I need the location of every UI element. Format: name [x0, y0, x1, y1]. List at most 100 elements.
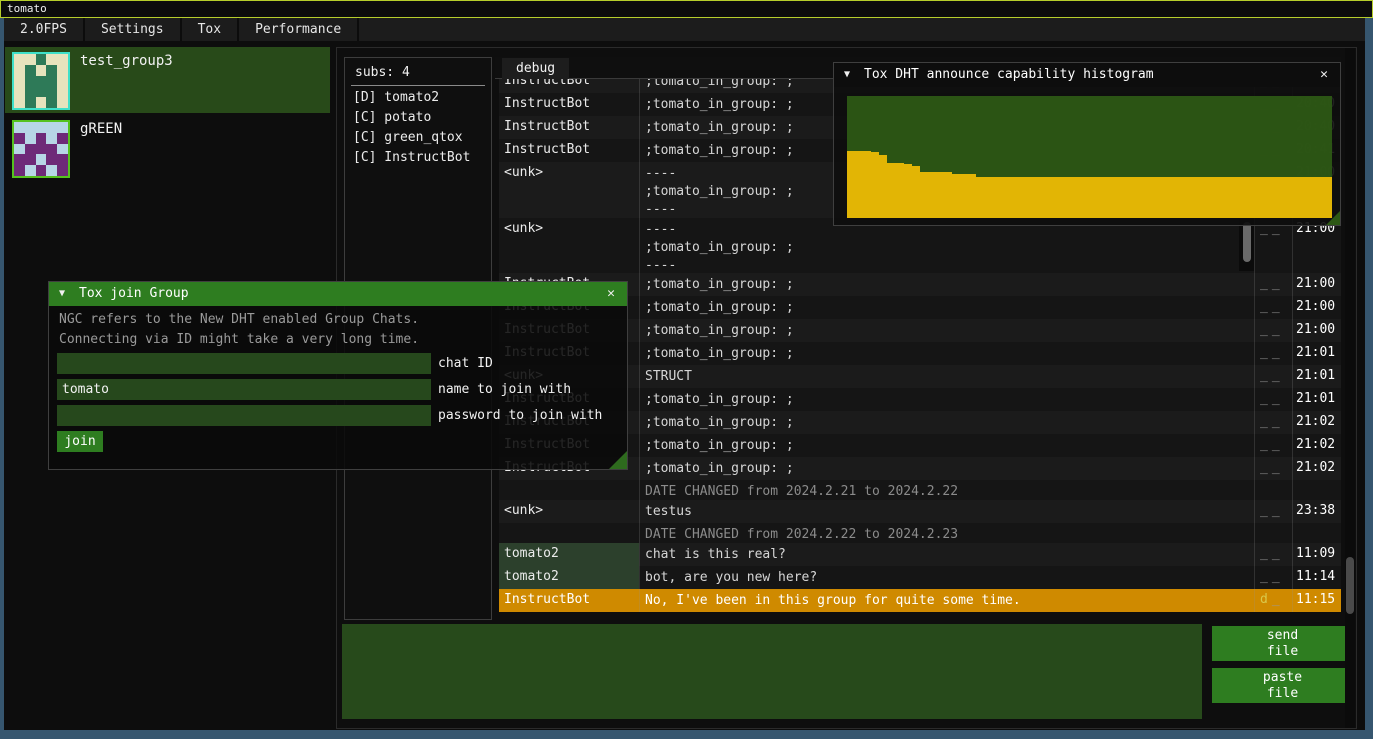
message-row[interactable]: <unk>testus__23:38 — [499, 500, 1341, 523]
histogram-bar — [1316, 177, 1324, 218]
histogram-bar — [1057, 177, 1065, 218]
histogram-bar — [952, 174, 960, 218]
histogram-bar — [944, 172, 952, 218]
message-status: __ — [1254, 296, 1292, 314]
histogram-bar — [1211, 177, 1219, 218]
message-sender: InstructBot — [499, 139, 639, 162]
message-row[interactable]: InstructBotNo, I've been in this group f… — [499, 589, 1341, 612]
message-sender: InstructBot — [499, 93, 639, 116]
histogram-bar — [1227, 177, 1235, 218]
histogram-bar — [1251, 177, 1259, 218]
subs-member-InstructBot[interactable]: [C] InstructBot — [353, 150, 470, 165]
join-field-label: name to join with — [438, 379, 571, 400]
message-row[interactable]: tomato2chat is this real?__11:09 — [499, 543, 1341, 566]
close-icon[interactable]: ✕ — [1314, 63, 1334, 87]
message-status — [1254, 523, 1292, 526]
group-avatar — [12, 120, 70, 178]
histogram-bar — [1081, 177, 1089, 218]
histogram-bar — [1138, 177, 1146, 218]
histogram-bar — [879, 155, 887, 218]
group-name: gREEN — [80, 121, 122, 137]
group-item-gREEN[interactable]: gREEN — [5, 115, 330, 181]
message-status: __ — [1254, 319, 1292, 337]
message-time: 21:01 — [1292, 388, 1341, 406]
histogram-bar — [992, 177, 1000, 218]
date-divider-row[interactable]: DATE CHANGED from 2024.2.22 to 2024.2.23 — [499, 523, 1341, 543]
histogram-bar — [1130, 177, 1138, 218]
message-sender: tomato2 — [499, 566, 639, 589]
message-text: No, I've been in this group for quite so… — [639, 589, 1254, 610]
message-input[interactable] — [342, 624, 1202, 719]
histogram-bar — [1186, 177, 1194, 218]
message-status: __ — [1254, 500, 1292, 518]
subs-member-tomato2[interactable]: [D] tomato2 — [353, 90, 439, 105]
histogram-bar — [1259, 177, 1267, 218]
histogram-bar — [976, 177, 984, 218]
histogram-bar — [1009, 177, 1017, 218]
message-time: 21:02 — [1292, 457, 1341, 475]
join-group-title: Tox join Group — [79, 282, 189, 306]
histogram-bar — [1162, 177, 1170, 218]
join-info-line: Connecting via ID might take a very long… — [59, 332, 419, 347]
message-text: DATE CHANGED from 2024.2.21 to 2024.2.22 — [639, 480, 1254, 501]
collapse-arrow-icon[interactable]: ▼ — [59, 282, 65, 306]
message-text: DATE CHANGED from 2024.2.22 to 2024.2.23 — [639, 523, 1254, 544]
message-row[interactable]: <unk>----;tomato_in_group: ;----__21:00 — [499, 218, 1341, 273]
subs-member-potato[interactable]: [C] potato — [353, 110, 431, 125]
message-status: __ — [1254, 543, 1292, 561]
menu-item-2-0fps[interactable]: 2.0FPS — [4, 18, 85, 41]
window-title: tomato — [7, 2, 47, 15]
menu-item-performance[interactable]: Performance — [239, 18, 359, 41]
message-time: 21:02 — [1292, 411, 1341, 429]
column-separator — [639, 79, 640, 612]
close-icon[interactable]: ✕ — [601, 282, 621, 306]
join-field-password-to-join-with[interactable] — [57, 405, 431, 426]
menu-item-settings[interactable]: Settings — [85, 18, 182, 41]
message-row[interactable]: tomato2bot, are you new here?__11:14 — [499, 566, 1341, 589]
join-button[interactable]: join — [57, 431, 103, 452]
resize-grip[interactable] — [609, 451, 627, 469]
message-time: 21:01 — [1292, 342, 1341, 360]
join-group-window: ▼ Tox join Group ✕ NGC refers to the New… — [48, 281, 628, 470]
message-time: 21:00 — [1292, 273, 1341, 291]
group-name: test_group3 — [80, 53, 173, 69]
message-status: __ — [1254, 457, 1292, 475]
main-scrollbar-track[interactable] — [1345, 48, 1355, 728]
message-text: chat is this real? — [639, 543, 1254, 564]
collapse-arrow-icon[interactable]: ▼ — [844, 63, 850, 87]
histogram-bar — [928, 172, 936, 218]
join-info-line: NGC refers to the New DHT enabled Group … — [59, 312, 419, 327]
message-sender: <unk> — [499, 218, 639, 273]
histogram-bar — [1097, 177, 1105, 218]
histogram-bar — [1065, 177, 1073, 218]
subs-count-label: subs: 4 — [355, 65, 410, 80]
date-divider-row[interactable]: DATE CHANGED from 2024.2.21 to 2024.2.22 — [499, 480, 1341, 500]
histogram-bar — [1178, 177, 1186, 218]
message-sender — [499, 480, 639, 500]
paste-file-button[interactable]: paste file — [1212, 668, 1353, 703]
window-titlebar[interactable]: tomato — [0, 0, 1373, 18]
menu-item-tox[interactable]: Tox — [182, 18, 239, 41]
histogram-bar — [1025, 177, 1033, 218]
histogram-bar — [1049, 177, 1057, 218]
message-text: testus — [639, 500, 1254, 521]
group-item-test_group3[interactable]: test_group3 — [5, 47, 330, 113]
histogram-bar — [1033, 177, 1041, 218]
group-avatar — [12, 52, 70, 110]
message-time: 21:01 — [1292, 365, 1341, 383]
subs-member-green_qtox[interactable]: [C] green_qtox — [353, 130, 463, 145]
main-scrollbar-thumb[interactable] — [1346, 557, 1354, 614]
histogram-bar — [920, 172, 928, 218]
histogram-bar — [1202, 177, 1210, 218]
send-file-button[interactable]: send file — [1212, 626, 1353, 661]
join-group-titlebar[interactable]: ▼ Tox join Group ✕ — [49, 282, 627, 306]
dht-histogram-titlebar[interactable]: ▼ Tox DHT announce capability histogram … — [834, 63, 1340, 87]
join-field-chat-id[interactable] — [57, 353, 431, 374]
message-sender — [499, 523, 639, 543]
chat-scrollbar-thumb[interactable] — [1243, 222, 1251, 262]
resize-grip[interactable] — [1326, 211, 1340, 225]
join-field-name-to-join-with[interactable] — [57, 379, 431, 400]
join-field-label: chat ID — [438, 353, 493, 374]
tab-debug[interactable]: debug — [502, 58, 569, 79]
histogram-bar — [1170, 177, 1178, 218]
